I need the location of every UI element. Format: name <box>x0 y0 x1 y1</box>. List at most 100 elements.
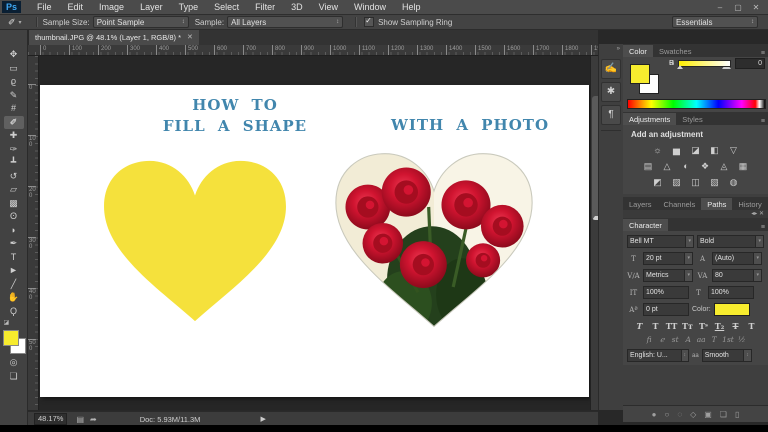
sample-dropdown[interactable]: All Layers ↕ <box>227 16 344 28</box>
hue-saturation-icon[interactable]: ▤ <box>641 160 656 172</box>
panel-menu-icon[interactable]: ≡ <box>761 224 768 231</box>
workspace-dropdown[interactable]: Essentials ↕ <box>672 16 758 28</box>
delete-path-button[interactable]: ▯ <box>735 410 739 419</box>
menu-file[interactable]: File <box>29 1 60 13</box>
faux-bold-button[interactable]: T <box>632 320 647 332</box>
titling-alternates-button[interactable]: aa <box>696 334 706 345</box>
tab-swatches[interactable]: Swatches <box>653 45 698 57</box>
path-selection-tool[interactable]: ► <box>4 264 24 278</box>
foreground-color-swatch[interactable] <box>2 330 19 346</box>
all-caps-button[interactable]: TT <box>664 320 679 332</box>
panel-collapse-icon[interactable]: ◂▸ <box>751 211 757 217</box>
dodge-tool[interactable]: ◗ <box>4 224 24 238</box>
panel-menu-icon[interactable]: ≡ <box>761 118 768 125</box>
default-colors-icon[interactable]: ◪ <box>4 320 24 326</box>
tab-close-icon[interactable]: ✕ <box>187 30 193 45</box>
make-work-path-button[interactable]: ◇ <box>690 410 696 419</box>
quick-mask-button[interactable]: ◎ <box>4 356 24 370</box>
photo-filter-icon[interactable]: ❖ <box>698 160 713 172</box>
tracking-dropdown[interactable]: 80 ▾ <box>712 269 762 282</box>
canvas-viewport[interactable]: HOW TO FILL A SHAPE WITH A PHOTO <box>39 56 590 410</box>
menu-edit[interactable]: Edit <box>60 1 92 13</box>
levels-icon[interactable]: ▅ <box>669 144 684 156</box>
fill-path-button[interactable]: ● <box>652 410 657 419</box>
superscript-button[interactable]: Tˢ <box>696 320 711 332</box>
menu-filter[interactable]: Filter <box>247 1 283 13</box>
document-tab[interactable]: thumbnail.JPG @ 48.1% (Layer 1, RGB/8) *… <box>29 30 199 45</box>
posterize-icon[interactable]: ▨ <box>669 176 684 188</box>
vibrance-icon[interactable]: ▽ <box>726 144 741 156</box>
type-tool[interactable]: T <box>4 251 24 265</box>
brightness-contrast-icon[interactable]: ☼ <box>650 144 665 156</box>
menu-help[interactable]: Help <box>394 1 429 13</box>
tab-color[interactable]: Color <box>623 45 653 57</box>
threshold-icon[interactable]: ◫ <box>688 176 703 188</box>
gradient-map-icon[interactable]: ▧ <box>707 176 722 188</box>
tab-history[interactable]: History <box>732 198 767 210</box>
subscript-button[interactable]: T₂ <box>712 320 727 332</box>
history-brush-tool[interactable]: ↺ <box>4 170 24 184</box>
discretionary-ligatures-button[interactable]: st <box>670 334 680 345</box>
exposure-icon[interactable]: ◧ <box>707 144 722 156</box>
eyedropper-icon[interactable]: ✐ <box>8 17 16 28</box>
maximize-button[interactable]: ▢ <box>732 3 744 12</box>
oldstyle-button[interactable]: T <box>709 334 719 345</box>
dock-history-icon[interactable]: ✍ <box>601 59 621 79</box>
close-button[interactable]: ✕ <box>750 3 762 12</box>
leading-dropdown[interactable]: (Auto) ▾ <box>712 252 762 265</box>
underline-button[interactable]: T <box>728 320 743 332</box>
tab-adjustments[interactable]: Adjustments <box>623 113 677 125</box>
horizontal-ruler[interactable]: 0 100 200 300 400 500 600 700 800 900 1000 1100 1200… <box>28 45 598 56</box>
menu-window[interactable]: Window <box>346 1 394 13</box>
load-path-selection-button[interactable]: ◌ <box>677 410 682 419</box>
menu-layer[interactable]: Layer <box>132 1 171 13</box>
status-icon-1[interactable]: ▤ <box>76 415 84 424</box>
move-tool[interactable]: ✥ <box>4 48 24 62</box>
zoom-tool[interactable]: Ϙ <box>4 305 24 319</box>
crop-tool[interactable]: # <box>4 102 24 116</box>
status-icon-2[interactable]: ➦ <box>90 415 97 424</box>
tab-paths[interactable]: Paths <box>701 198 733 210</box>
black-white-icon[interactable]: ◐ <box>679 160 694 172</box>
quick-selection-tool[interactable]: ✎ <box>4 89 24 103</box>
selective-color-icon[interactable]: ◍ <box>726 176 741 188</box>
menu-3d[interactable]: 3D <box>283 1 311 13</box>
stroke-path-button[interactable]: ○ <box>664 410 669 419</box>
minimize-button[interactable]: – <box>714 3 726 12</box>
status-menu-arrow-icon[interactable]: ▶ <box>260 415 265 423</box>
new-path-button[interactable]: ❏ <box>720 410 727 419</box>
paths-panel-body[interactable] <box>623 365 768 405</box>
dock-collapse-icon[interactable]: » <box>599 44 623 56</box>
font-family-dropdown[interactable]: Bell MT ▾ <box>627 235 694 248</box>
baseline-shift-field[interactable]: 0 pt <box>643 303 689 316</box>
zoom-level-field[interactable]: 48.17% <box>34 413 68 425</box>
tab-character[interactable]: Character <box>623 219 668 231</box>
panel-close-icon[interactable]: ✕ <box>759 211 764 217</box>
screen-mode-button[interactable]: ❏ <box>4 370 24 384</box>
sample-size-dropdown[interactable]: Point Sample ↕ <box>92 16 189 28</box>
stylistic-alternates-button[interactable]: A <box>683 334 693 345</box>
pen-tool[interactable]: ✒ <box>4 237 24 251</box>
add-mask-button[interactable]: ▣ <box>704 410 712 419</box>
eyedropper-tool[interactable]: ✐ <box>3 115 24 129</box>
curves-icon[interactable]: ◪ <box>688 144 703 156</box>
font-style-dropdown[interactable]: Bold ▾ <box>697 235 764 248</box>
blur-tool[interactable]: ʘ <box>4 210 24 224</box>
language-dropdown[interactable]: English: U... ↕ <box>627 349 689 362</box>
tab-channels[interactable]: Channels <box>658 198 702 210</box>
ordinals-button[interactable]: 1st <box>722 334 734 345</box>
document-page[interactable]: HOW TO FILL A SHAPE WITH A PHOTO <box>40 85 589 397</box>
tab-styles[interactable]: Styles <box>676 113 708 125</box>
horizontal-scale-field[interactable]: 100% <box>708 286 754 299</box>
shape-tool[interactable]: ╱ <box>4 278 24 292</box>
strikethrough-button[interactable]: T <box>744 320 759 332</box>
color-spectrum-bar[interactable] <box>627 99 766 109</box>
slider-thumb-icon[interactable] <box>676 64 683 69</box>
kerning-dropdown[interactable]: Metrics ▾ <box>643 269 693 282</box>
show-sampling-ring-checkbox[interactable] <box>364 16 375 27</box>
channel-value-field[interactable]: 0 <box>735 57 765 69</box>
menu-view[interactable]: View <box>311 1 346 13</box>
lasso-tool[interactable]: ϱ <box>4 75 24 89</box>
menu-image[interactable]: Image <box>91 1 132 13</box>
panel-menu-icon[interactable]: ≡ <box>761 50 768 57</box>
